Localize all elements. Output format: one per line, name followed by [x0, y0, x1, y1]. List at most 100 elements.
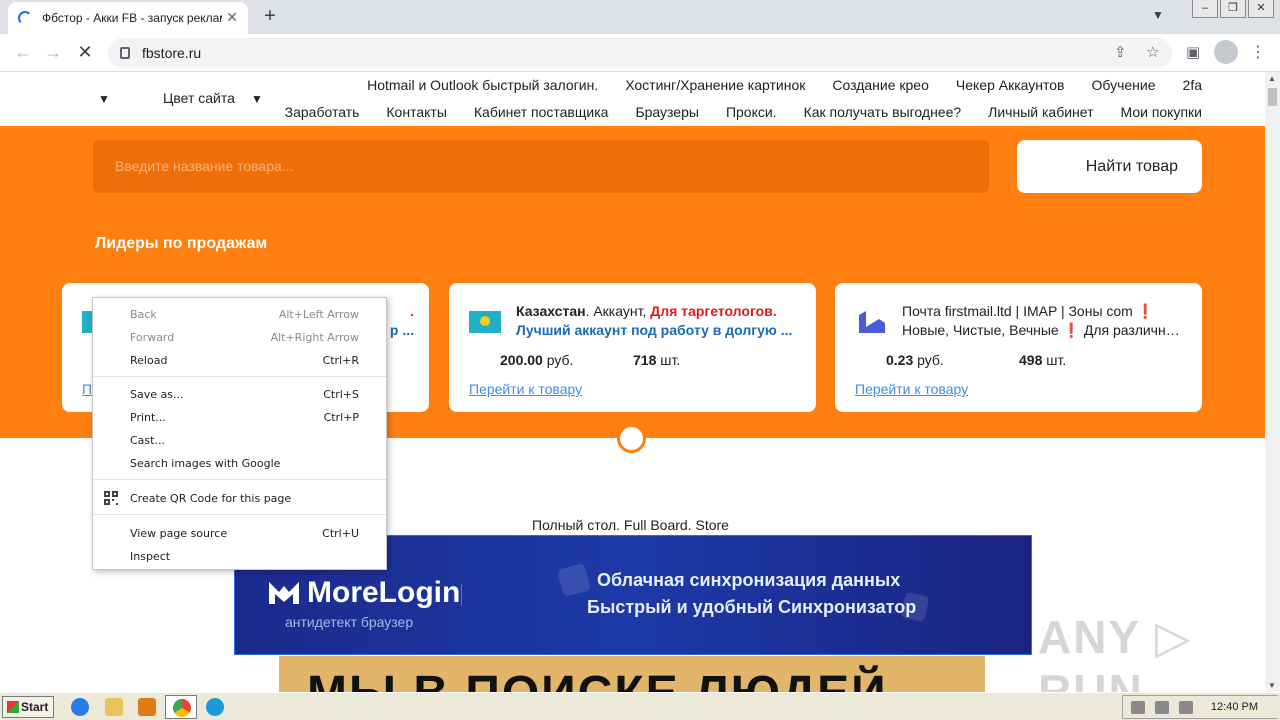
card-title: Почта firstmail.ltd | IMAP | Зоны com ❗ [902, 303, 1155, 319]
profile-avatar-icon[interactable] [1214, 40, 1238, 64]
context-menu: Back Alt+Left Arrow Forward Alt+Right Arro… [92, 297, 387, 570]
menu-item-search-images[interactable]: Search images with Google [93, 452, 386, 474]
product-card: Казахстан. Аккаунт, Для таргетологов. Лу… [449, 283, 816, 412]
window-controls: – ❐ ✕ [1190, 0, 1274, 18]
banner-sub: антидетект браузер [285, 614, 414, 630]
menu-item-view-source[interactable]: View page source Ctrl+U [93, 522, 386, 544]
cloud-icon [556, 562, 592, 598]
scroll-down-icon[interactable]: ▼ [1268, 681, 1276, 690]
system-tray: 12:40 PM [1122, 695, 1278, 719]
firstmail-logo-icon [859, 311, 885, 333]
back-arrow-icon[interactable]: ← [12, 42, 34, 63]
browser-menu-icon[interactable]: ⋮ [1250, 42, 1266, 62]
card-price: 200.00 руб. [500, 352, 574, 368]
minimize-button[interactable]: – [1192, 0, 1218, 18]
card-stock: 498 шт. [1019, 352, 1067, 368]
tab-search-chevron-icon[interactable]: ▼ [1152, 8, 1164, 22]
nav-link-contacts[interactable]: Контакты [386, 104, 446, 120]
morelogin-logo-icon [269, 582, 299, 604]
menu-separator [93, 514, 386, 515]
board-label: Полный стол. Full Board. Store [532, 517, 729, 533]
hiring-banner-text: МЫ В ПОИСКЕ ЛЮДЕЙ [307, 666, 888, 692]
card-link[interactable]: Перейти к товару [855, 381, 968, 397]
menu-item-cast[interactable]: Cast... [93, 429, 386, 451]
card-price: 0.23 руб. [886, 352, 944, 368]
nav-link-purchases[interactable]: Мои покупки [1121, 104, 1203, 120]
nav-link-training[interactable]: Обучение [1092, 77, 1156, 93]
menu-separator [93, 376, 386, 377]
carousel-dot[interactable] [617, 424, 646, 453]
tab-close-icon[interactable]: ✕ [226, 9, 238, 26]
tab-title: Фбстор - Акки FB - запуск реклам [42, 11, 222, 25]
product-search-input[interactable]: Введите название товара... [93, 140, 989, 193]
scroll-up-icon[interactable]: ▲ [1268, 74, 1276, 83]
menu-separator [93, 479, 386, 480]
language-dropdown-icon[interactable]: ▼ [98, 92, 110, 106]
find-product-button[interactable]: Найти товар [1017, 140, 1202, 193]
windows-logo-icon [7, 701, 19, 713]
card-subtitle: Новые, Чистые, Вечные ❗ Для различны... [902, 322, 1187, 338]
share-icon[interactable]: ⇪ [1114, 43, 1127, 61]
stop-loading-icon[interactable]: ✕ [74, 42, 96, 63]
volume-icon[interactable] [1131, 701, 1145, 714]
nav-link-profit[interactable]: Как получать выгоднее? [804, 104, 962, 120]
url-text: fbstore.ru [142, 45, 202, 61]
kazakhstan-flag-icon [469, 311, 501, 333]
side-panel-icon[interactable]: ▣ [1186, 43, 1200, 61]
windows-taskbar: Start 12:40 PM [0, 692, 1280, 720]
clock: 12:40 PM [1210, 701, 1258, 713]
edge-icon[interactable] [206, 698, 224, 716]
start-button[interactable]: Start [2, 696, 54, 718]
menu-item-back[interactable]: Back Alt+Left Arrow [93, 303, 386, 325]
close-window-button[interactable]: ✕ [1248, 0, 1274, 18]
menu-item-forward[interactable]: Forward Alt+Right Arrow [93, 326, 386, 348]
site-header: ▼ Цвет сайта ▼ Hotmail и Outlook быстрый… [0, 72, 1265, 126]
chrome-taskbar-button[interactable] [165, 695, 197, 719]
ie-icon[interactable] [71, 698, 89, 716]
browser-toolbar: ← → ✕ fbstore.ru ⇪ ☆ ▣ ⋮ [0, 34, 1280, 72]
tab-strip: Фбстор - Акки FB - запуск реклам ✕ + ▼ –… [0, 0, 1280, 34]
nav-link-browsers[interactable]: Браузеры [635, 104, 699, 120]
banner-line-1: Облачная синхронизация данных [597, 570, 901, 590]
menu-item-print[interactable]: Print... Ctrl+P [93, 406, 386, 428]
nav-row-1: Hotmail и Outlook быстрый залогин. Хости… [340, 77, 1202, 93]
nav-link-earn[interactable]: Заработать [285, 104, 360, 120]
banner-divider [461, 584, 462, 606]
network-icon[interactable] [1155, 701, 1169, 714]
restore-button[interactable]: ❐ [1220, 0, 1246, 18]
security-icon[interactable] [1179, 701, 1193, 714]
nav-link-supplier[interactable]: Кабинет поставщика [474, 104, 609, 120]
menu-item-reload[interactable]: Reload Ctrl+R [93, 349, 386, 371]
card-subtitle: Лучший аккаунт под работу в долгую ... [516, 322, 793, 338]
new-tab-icon[interactable]: + [260, 5, 280, 28]
nav-link-2fa[interactable]: 2fa [1183, 77, 1202, 93]
menu-item-qr-code[interactable]: Create QR Code for this page [93, 487, 386, 509]
browser-tab[interactable]: Фбстор - Акки FB - запуск реклам ✕ [8, 2, 248, 34]
anyrun-watermark: ANY ▷ RUN [1038, 611, 1193, 692]
banner-brand: MoreLogin [307, 576, 461, 609]
menu-item-inspect[interactable]: Inspect [93, 545, 386, 567]
page-scrollbar[interactable]: ▲ ▼ [1265, 72, 1280, 692]
nav-link-hosting[interactable]: Хостинг/Хранение картинок [625, 77, 805, 93]
site-color-toggle[interactable]: Цвет сайта [163, 90, 235, 106]
menu-item-save-as[interactable]: Save as... Ctrl+S [93, 383, 386, 405]
product-card: Почта firstmail.ltd | IMAP | Зоны com ❗ … [835, 283, 1202, 412]
scroll-thumb[interactable] [1268, 88, 1277, 106]
card-link[interactable]: П [82, 381, 92, 397]
lock-icon[interactable] [120, 47, 130, 59]
card-title: Казахстан. Аккаунт, Для таргетологов. [516, 303, 777, 319]
forward-arrow-icon[interactable]: → [42, 42, 64, 63]
nav-link-account[interactable]: Личный кабинет [988, 104, 1093, 120]
nav-link-proxy[interactable]: Прокси. [726, 104, 777, 120]
address-bar[interactable]: fbstore.ru [108, 38, 1172, 68]
media-player-icon[interactable] [138, 698, 156, 716]
explorer-icon[interactable] [105, 698, 123, 716]
hiring-banner[interactable]: МЫ В ПОИСКЕ ЛЮДЕЙ [279, 656, 985, 692]
bookmark-star-icon[interactable]: ☆ [1146, 43, 1159, 61]
card-link[interactable]: Перейти к товару [469, 381, 582, 397]
qr-code-icon [104, 491, 118, 505]
nav-link-hotmail[interactable]: Hotmail и Outlook быстрый залогин. [367, 77, 598, 93]
card-stock: 718 шт. [633, 352, 681, 368]
nav-link-creo[interactable]: Создание крео [832, 77, 929, 93]
nav-link-checker[interactable]: Чекер Аккаунтов [956, 77, 1065, 93]
